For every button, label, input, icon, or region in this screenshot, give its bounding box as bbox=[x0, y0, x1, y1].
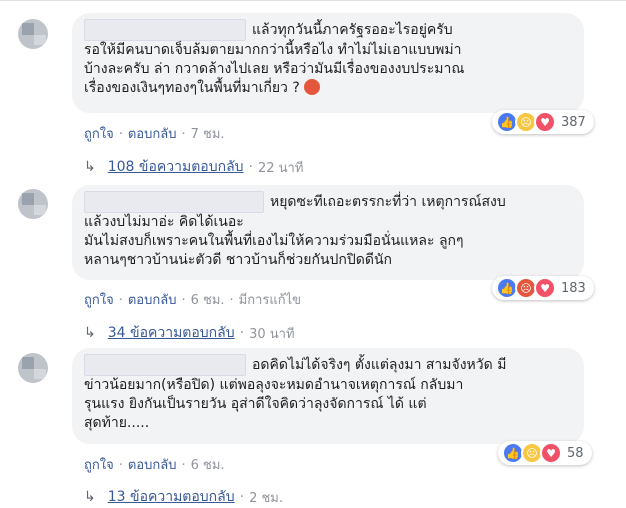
comment-time[interactable]: 6 ชม. bbox=[191, 458, 225, 473]
comment-time[interactable]: 7 ชม. bbox=[191, 127, 225, 142]
reply-arrow-icon: ↳ bbox=[84, 159, 96, 175]
reaction-count: 183 bbox=[561, 280, 586, 296]
reply-arrow-icon: ↳ bbox=[84, 325, 96, 341]
replies-count-link[interactable]: 108 ข้อความตอบกลับ bbox=[108, 156, 244, 178]
reply-link[interactable]: ตอบกลับ bbox=[128, 458, 177, 473]
like-link[interactable]: ถูกใจ bbox=[84, 293, 114, 308]
comment-actions: ถูกใจ · ตอบกลับ · 6 ชม. · มีการแก้ไข bbox=[84, 293, 302, 308]
love-icon: ♥ bbox=[534, 111, 556, 133]
replies-time: 30 นาที bbox=[249, 326, 295, 342]
reactions-summary[interactable]: 👍 ☹ ♥ 58 bbox=[498, 441, 592, 465]
replies-time: 22 นาที bbox=[257, 160, 304, 176]
reply-link[interactable]: ตอบกลับ bbox=[128, 293, 177, 308]
reply-link[interactable]: ตอบกลับ bbox=[128, 127, 177, 142]
love-icon: ♥ bbox=[540, 442, 562, 464]
angry-emoji-icon bbox=[303, 79, 320, 95]
author-name-redacted[interactable] bbox=[84, 191, 264, 213]
comment-time[interactable]: 6 ชม. bbox=[191, 293, 225, 308]
avatar[interactable] bbox=[18, 353, 48, 383]
view-replies[interactable]: ↳ 108 ข้อความตอบกลับ · 22 นาที bbox=[84, 156, 303, 178]
reactions-summary[interactable]: 👍 ☹ ♥ 387 bbox=[492, 110, 594, 134]
comment-bubble: หยุดซะทีเถอะตรรกะที่ว่า เหตุการณ์สงบ แล้… bbox=[72, 185, 584, 280]
reaction-count: 387 bbox=[561, 114, 586, 130]
comment-bubble: แล้วทุกวันนี้ภาครัฐรออะไรอยู่ครับ รอให้ม… bbox=[72, 13, 584, 113]
author-name-redacted[interactable] bbox=[84, 19, 246, 41]
comment-actions: ถูกใจ · ตอบกลับ · 7 ชม. bbox=[84, 127, 225, 142]
reaction-count: 58 bbox=[567, 445, 584, 461]
edited-label[interactable]: มีการแก้ไข bbox=[239, 293, 301, 308]
view-replies[interactable]: ↳ 34 ข้อความตอบกลับ · 30 นาที bbox=[84, 322, 295, 344]
replies-time: 2 ชม. bbox=[249, 490, 284, 506]
like-link[interactable]: ถูกใจ bbox=[84, 458, 114, 473]
replies-count-link[interactable]: 34 ข้อความตอบกลับ bbox=[108, 322, 235, 344]
avatar[interactable] bbox=[18, 189, 48, 219]
author-name-redacted[interactable] bbox=[84, 354, 246, 376]
reactions-summary[interactable]: 👍 ☹ ♥ 183 bbox=[492, 276, 594, 300]
comment-actions: ถูกใจ · ตอบกลับ · 6 ชม. bbox=[84, 458, 225, 473]
reply-arrow-icon: ↳ bbox=[84, 489, 96, 505]
avatar[interactable] bbox=[18, 19, 48, 49]
like-link[interactable]: ถูกใจ bbox=[84, 127, 114, 142]
comments-section: แล้วทุกวันนี้ภาครัฐรออะไรอยู่ครับ รอให้ม… bbox=[0, 0, 626, 506]
comment-bubble: อดคิดไม่ได้จริงๆ ตั้งแต่ลุงมา สามจังหวัด… bbox=[72, 348, 584, 444]
love-icon: ♥ bbox=[534, 277, 556, 299]
